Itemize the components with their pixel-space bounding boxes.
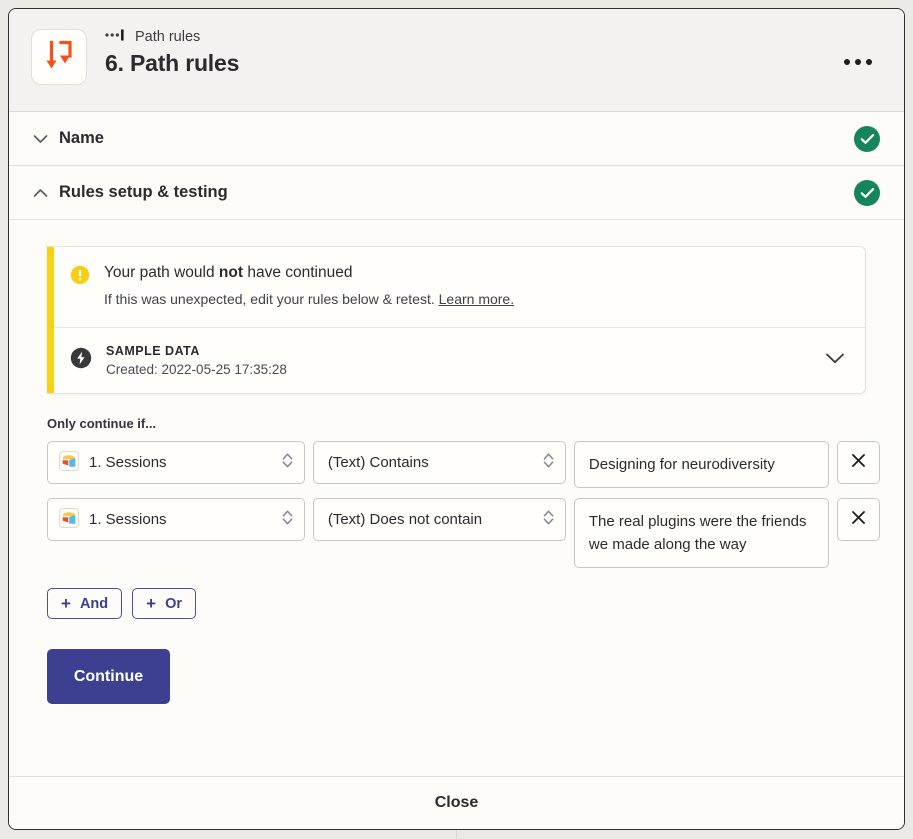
continue-button[interactable]: Continue: [47, 649, 170, 704]
path-branch-icon: [44, 39, 74, 76]
sample-data-row[interactable]: SAMPLE DATA Created: 2022-05-25 17:35:28: [54, 328, 865, 393]
alert-text-block: Your path would not have continued If th…: [104, 263, 514, 309]
chevron-up-down-icon: [281, 451, 294, 474]
rule-operator-value: (Text) Does not contain: [328, 511, 536, 528]
add-and-button[interactable]: + And: [47, 588, 122, 619]
remove-rule-button[interactable]: [837, 498, 880, 541]
app-icon-tile: [31, 29, 87, 85]
path-result-alert: Your path would not have continued If th…: [47, 246, 866, 394]
only-continue-label: Only continue if...: [47, 416, 880, 431]
alert-heading: Your path would not have continued: [104, 263, 514, 283]
rule-field-value: 1. Sessions: [89, 454, 275, 471]
rule-operator-value: (Text) Contains: [328, 454, 536, 471]
rule-field-value: 1. Sessions: [89, 511, 275, 528]
alert-subtext: If this was unexpected, edit your rules …: [104, 291, 435, 307]
rule-operator-select[interactable]: (Text) Contains: [313, 441, 566, 484]
rule-field-select[interactable]: 1. Sessions: [47, 498, 305, 541]
alert-subtext-line: If this was unexpected, edit your rules …: [104, 290, 514, 309]
close-label: Close: [435, 794, 479, 812]
close-icon: [851, 453, 866, 473]
alert-accent-bar: [47, 247, 54, 393]
accordion-section-name[interactable]: Name: [9, 112, 904, 166]
chevron-up-icon: [31, 184, 49, 202]
section-label-rules-setup: Rules setup & testing: [59, 183, 854, 202]
rule-operator-select[interactable]: (Text) Does not contain: [313, 498, 566, 541]
screen: Path rules 6. Path rules Name: [0, 0, 913, 839]
plus-icon: +: [61, 595, 71, 612]
warning-circle-icon: [70, 265, 90, 309]
rule-row: 1. Sessions (Text) Does not contain: [47, 498, 880, 568]
add-condition-group: + And + Or: [47, 588, 880, 619]
alert-message: Your path would not have continued If th…: [54, 247, 865, 328]
rule-value-input[interactable]: The real plugins were the friends we mad…: [574, 498, 829, 568]
add-and-label: And: [80, 596, 108, 612]
plus-icon: +: [146, 595, 156, 612]
chevron-down-icon[interactable]: [823, 348, 847, 374]
breadcrumb: Path rules: [105, 28, 239, 46]
more-options-icon[interactable]: [838, 53, 878, 71]
close-button[interactable]: Close: [9, 776, 904, 829]
alert-heading-emphasis: not: [219, 264, 243, 281]
dot: [866, 59, 872, 65]
page-title: 6. Path rules: [105, 49, 239, 77]
breadcrumb-label: Path rules: [135, 28, 200, 46]
chevron-up-down-icon: [281, 508, 294, 531]
check-circle-icon: [854, 180, 880, 206]
panel-body: Your path would not have continued If th…: [9, 220, 904, 776]
rules-list: 1. Sessions (Text) Contains: [47, 441, 880, 568]
sample-data-text: SAMPLE DATA Created: 2022-05-25 17:35:28: [106, 344, 823, 377]
rule-row: 1. Sessions (Text) Contains: [47, 441, 880, 488]
sample-data-title: SAMPLE DATA: [106, 344, 823, 358]
sessions-app-icon: [59, 451, 79, 475]
accordion-section-rules-setup[interactable]: Rules setup & testing: [9, 166, 904, 220]
chevron-down-icon: [31, 130, 49, 148]
alert-content: Your path would not have continued If th…: [54, 247, 865, 393]
alert-heading-prefix: Your path would: [104, 264, 219, 281]
path-rules-panel: Path rules 6. Path rules Name: [8, 8, 905, 830]
section-label-name: Name: [59, 129, 854, 148]
header-text-block: Path rules 6. Path rules: [105, 23, 239, 77]
dot: [855, 59, 861, 65]
add-or-button[interactable]: + Or: [132, 588, 196, 619]
chevron-up-down-icon: [542, 451, 555, 474]
rule-field-select[interactable]: 1. Sessions: [47, 441, 305, 484]
dot: [844, 59, 850, 65]
path-node-icon: [105, 28, 127, 46]
close-icon: [851, 510, 866, 530]
lightning-bolt-icon: [70, 347, 92, 374]
alert-heading-suffix: have continued: [243, 264, 352, 281]
chevron-up-down-icon: [542, 508, 555, 531]
panel-header: Path rules 6. Path rules: [9, 9, 904, 112]
add-or-label: Or: [165, 596, 182, 612]
sample-data-created: Created: 2022-05-25 17:35:28: [106, 362, 823, 377]
remove-rule-button[interactable]: [837, 441, 880, 484]
learn-more-link[interactable]: Learn more.: [439, 291, 514, 307]
check-circle-icon: [854, 126, 880, 152]
sessions-app-icon: [59, 508, 79, 532]
rule-value-input[interactable]: Designing for neurodiversity: [574, 441, 829, 488]
